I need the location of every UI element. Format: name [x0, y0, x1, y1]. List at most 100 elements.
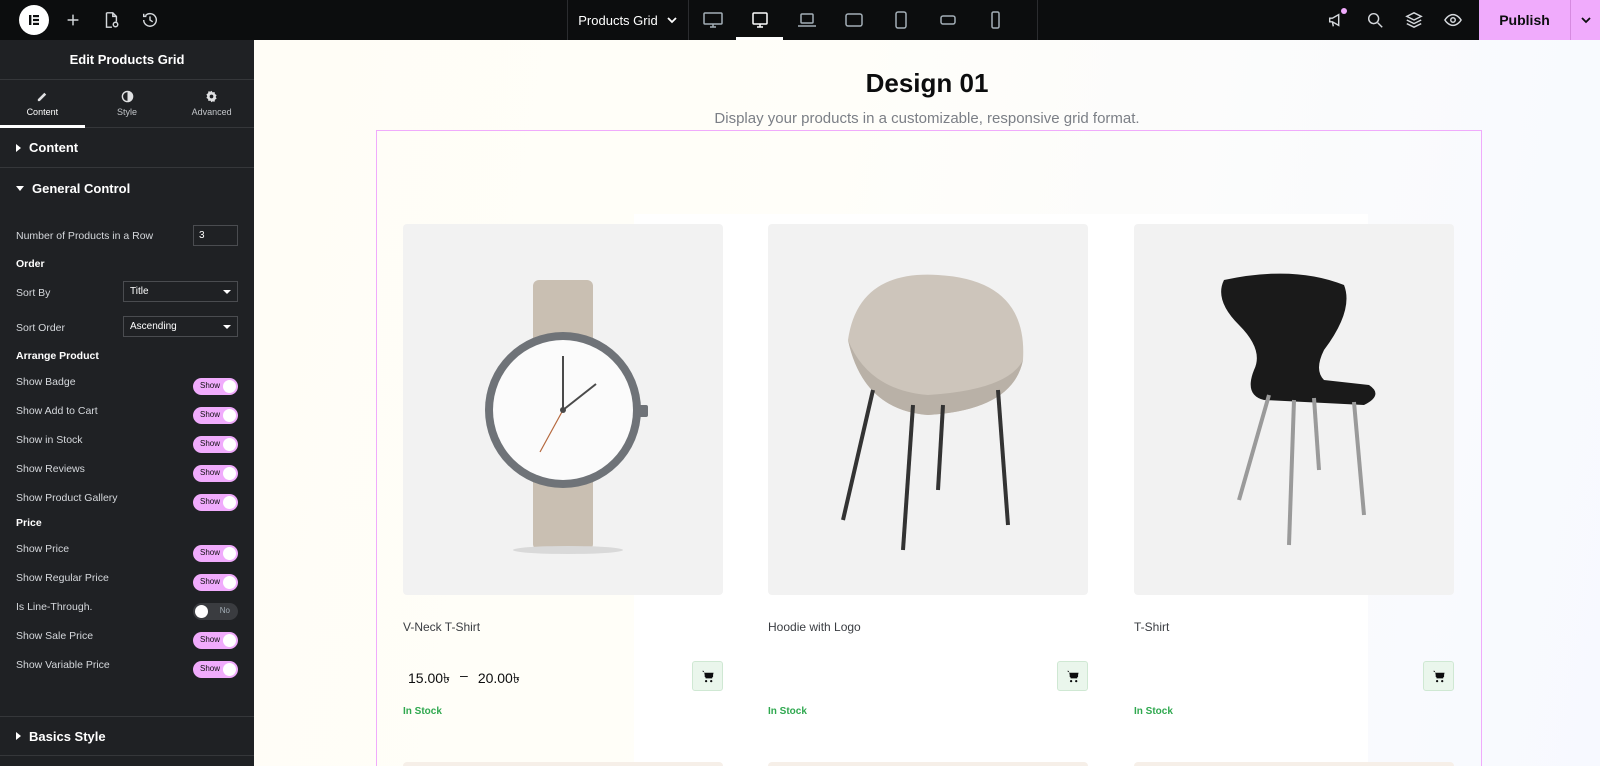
document-settings-icon: [105, 12, 119, 28]
product-card[interactable]: V-Neck T-Shirt 15.00৳ – 20.00৳ In Stock: [403, 224, 723, 717]
toggle-label: Show Product Gallery: [16, 492, 118, 504]
show-sale-price-toggle[interactable]: Show: [193, 632, 238, 649]
caret-right-icon: [16, 143, 21, 152]
product-image[interactable]: [768, 224, 1088, 595]
desktop-icon: [751, 12, 768, 28]
toggle-knob: [223, 409, 236, 422]
toggle-knob: [223, 380, 236, 393]
product-card[interactable]: T-Shirt In Stock: [1134, 224, 1454, 717]
show-badge-toggle[interactable]: Show: [193, 378, 238, 395]
add-to-cart-button[interactable]: [1057, 661, 1088, 691]
stock-status: In Stock: [403, 706, 442, 717]
product-title[interactable]: Hoodie with Logo: [768, 620, 1088, 634]
product-image[interactable]: [1134, 224, 1454, 595]
toggle-state: Show: [200, 468, 221, 477]
toggle-label: Show Sale Price: [16, 630, 94, 642]
search-icon: [1367, 12, 1383, 28]
document-title-dropdown[interactable]: Products Grid: [567, 0, 689, 40]
product-title[interactable]: T-Shirt: [1134, 620, 1454, 634]
history-button[interactable]: [140, 10, 160, 30]
toggle-label: Show Add to Cart: [16, 405, 98, 417]
elementor-icon: [29, 15, 39, 25]
show-in-stock-toggle[interactable]: Show: [193, 436, 238, 453]
price-min: 15.00৳: [408, 670, 451, 686]
product-image[interactable]: [403, 224, 723, 595]
panel-tabs: Content Style Advanced: [0, 80, 254, 128]
section-basics-style[interactable]: Basics Style: [0, 716, 254, 756]
toggle-label: Show Regular Price: [16, 572, 109, 584]
next-row-card: [1134, 762, 1454, 766]
device-tablet[interactable]: [877, 0, 924, 40]
toggle-label: Show Variable Price: [16, 659, 110, 671]
show-regular-price-toggle[interactable]: Show: [193, 574, 238, 591]
tab-label: Style: [117, 107, 138, 117]
watch-image: [485, 279, 648, 554]
add-element-button[interactable]: [63, 10, 83, 30]
section-content[interactable]: Content: [0, 128, 254, 168]
show-reviews-toggle[interactable]: Show: [193, 465, 238, 482]
caret-down-icon: [16, 185, 24, 191]
section-general-control[interactable]: General Control: [0, 168, 254, 208]
product-card[interactable]: Hoodie with Logo In Stock: [768, 224, 1088, 717]
add-to-cart-button[interactable]: [692, 661, 723, 691]
page-subheading: Display your products in a customizable,…: [714, 110, 1140, 127]
toggle-state: Show: [200, 548, 221, 557]
caret-right-icon: [16, 732, 21, 740]
publish-button[interactable]: Publish: [1479, 0, 1570, 40]
product-title[interactable]: V-Neck T-Shirt: [403, 620, 723, 634]
responsive-device-switcher: [689, 0, 1038, 40]
show-add-to-cart-toggle[interactable]: Show: [193, 407, 238, 424]
structure-button[interactable]: [1404, 10, 1424, 30]
show-price-toggle[interactable]: Show: [193, 545, 238, 562]
toggle-knob: [223, 467, 236, 480]
device-mobile-extra[interactable]: [924, 0, 971, 40]
lounge-chair-image: [841, 274, 1024, 550]
show-product-gallery-toggle[interactable]: Show: [193, 494, 238, 511]
toggle-state: No: [219, 606, 230, 615]
tab-advanced[interactable]: Advanced: [169, 80, 254, 127]
document-title: Products Grid: [578, 12, 658, 28]
mobile-icon: [990, 11, 1000, 29]
sort-order-select[interactable]: Ascending: [123, 316, 238, 337]
show-variable-price-toggle[interactable]: Show: [193, 661, 238, 678]
next-row-card: [403, 762, 723, 766]
toggle-label: Show Price: [16, 543, 70, 555]
toggle-label: Is Line-Through.: [16, 601, 93, 613]
gear-icon: [206, 90, 217, 103]
order-heading: Order: [16, 258, 45, 270]
page-heading: Design 01: [865, 68, 989, 98]
tablet-icon: [894, 11, 907, 29]
device-desktop-wide[interactable]: [689, 0, 736, 40]
preview-button[interactable]: [1443, 10, 1463, 30]
tab-style[interactable]: Style: [85, 80, 170, 127]
line-through-toggle[interactable]: No: [193, 603, 238, 620]
eye-icon: [1444, 13, 1462, 27]
add-to-cart-button[interactable]: [1423, 661, 1454, 691]
device-desktop[interactable]: [736, 0, 783, 40]
mobile-landscape-icon: [939, 15, 956, 25]
toggle-knob: [223, 663, 236, 676]
sort-by-select[interactable]: Title: [123, 281, 238, 302]
toggle-state: Show: [200, 635, 221, 644]
products-in-row-input[interactable]: 3: [193, 225, 238, 246]
toggle-state: Show: [200, 664, 221, 673]
toggle-state: Show: [200, 497, 221, 506]
history-icon: [142, 12, 157, 27]
price-heading: Price: [16, 517, 42, 529]
pencil-icon: [37, 92, 47, 102]
toggle-label: Show Badge: [16, 376, 76, 388]
device-mobile[interactable]: [971, 0, 1018, 40]
products-in-row-label: Number of Products in a Row: [16, 230, 154, 242]
cart-icon: [1066, 670, 1079, 682]
publish-options-button[interactable]: [1570, 0, 1600, 40]
device-tablet-extra[interactable]: [830, 0, 877, 40]
product-price: 15.00৳ – 20.00৳: [408, 667, 520, 691]
section-label: Content: [29, 140, 79, 155]
device-laptop[interactable]: [783, 0, 830, 40]
search-button[interactable]: [1365, 10, 1385, 30]
page-settings-button[interactable]: [101, 10, 121, 30]
elementor-logo[interactable]: [19, 5, 49, 35]
half-circle-icon: [121, 90, 133, 103]
tab-content[interactable]: Content: [0, 80, 85, 128]
preview-canvas: Design 01 Display your products in a cus…: [254, 40, 1600, 766]
